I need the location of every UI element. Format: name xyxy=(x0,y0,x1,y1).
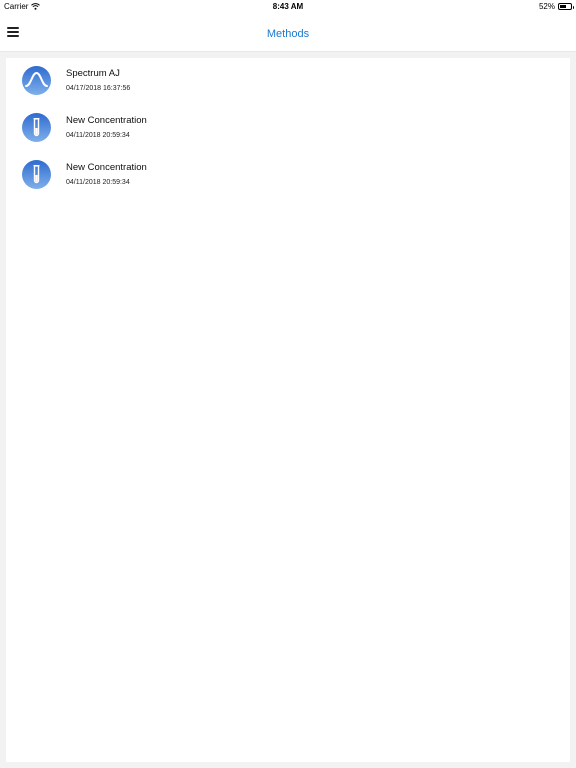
list-item[interactable]: Spectrum AJ 04/17/2018 16:37:56 xyxy=(6,58,570,105)
battery-fill xyxy=(560,5,567,8)
method-name: Spectrum AJ xyxy=(66,68,120,79)
test-tube-icon xyxy=(22,160,51,189)
method-date: 04/11/2018 20:59:34 xyxy=(66,132,130,139)
method-name: New Concentration xyxy=(66,162,147,173)
list-item[interactable]: New Concentration 04/11/2018 20:59:34 xyxy=(6,105,570,152)
method-date: 04/17/2018 16:37:56 xyxy=(66,85,131,92)
test-tube-icon xyxy=(22,113,51,142)
page-title: Methods xyxy=(266,28,310,40)
status-time: 8:43 AM xyxy=(272,2,304,11)
methods-list: Spectrum AJ 04/17/2018 16:37:56 New Conc… xyxy=(6,58,570,762)
method-date: 04/11/2018 20:59:34 xyxy=(66,179,130,186)
method-name: New Concentration xyxy=(66,115,147,126)
list-item[interactable]: New Concentration 04/11/2018 20:59:34 xyxy=(6,152,570,199)
battery-percent: 52% xyxy=(538,2,555,11)
status-bar: Carrier 8:43 AM 52% xyxy=(0,0,576,14)
battery-icon xyxy=(558,3,574,10)
battery-group: 52% xyxy=(538,2,574,11)
spectrum-wave-icon xyxy=(22,66,51,95)
navigation-bar: Methods xyxy=(0,14,576,52)
